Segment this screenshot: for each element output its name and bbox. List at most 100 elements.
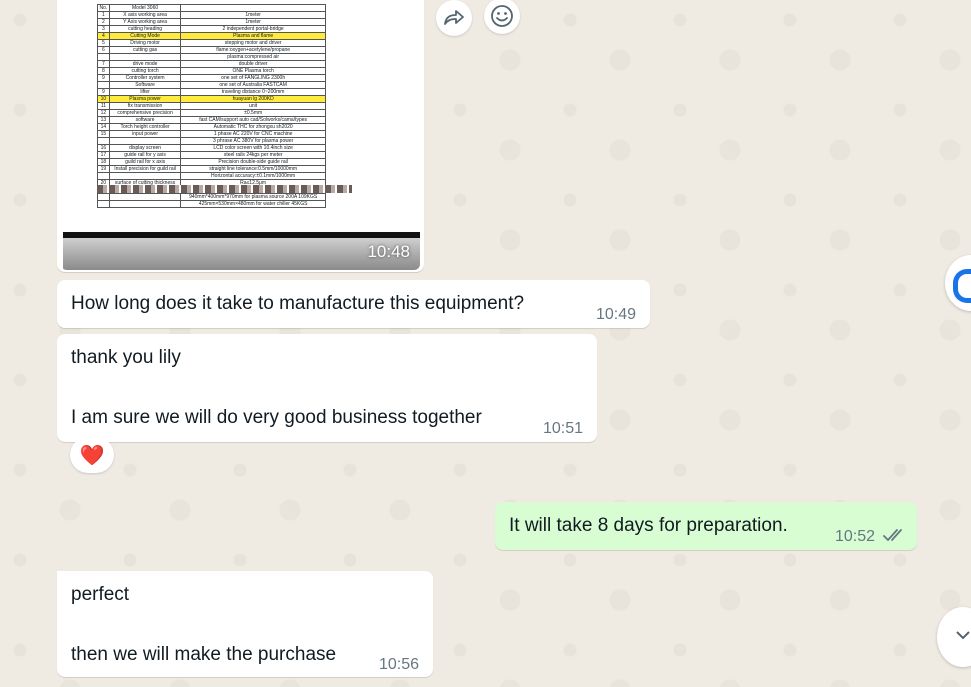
heart-reaction: ❤️ [79,444,105,467]
spec-row: Horizontal accuracy:±0.1mm/1000mm [97,172,326,180]
image-message[interactable]: No. Model 3060 1 X axis working area 1meter 2… [57,0,424,272]
spec-cell: 7 [97,60,110,68]
message-bubble[interactable]: How long does it take to manufacture thi… [57,280,650,328]
spec-cell: Cutting Mode [108,32,182,40]
spec-cell: 425mm×530mm×480mm for water chiller 45KG… [180,200,326,208]
spec-cell: software [108,116,182,124]
spec-cell: Driving motor [108,39,182,47]
spec-cell: 4 [97,32,110,40]
spec-row: No. Model 3060 [97,4,326,12]
spec-row: 17 guide rail for y axis steel rails 24kgs… [97,151,326,159]
message-bubble[interactable]: thank you lily I am sure we will do very… [57,334,597,442]
spec-row: 16 display screen LCD color screen with 10… [97,144,326,152]
spec-cell: comprehensive precision [108,109,182,117]
spec-cell: flame:oxygen+acetylene/propane [180,46,326,54]
double-check-icon [883,529,902,542]
spec-cell: 9 [97,88,110,96]
scroll-down-button[interactable] [937,607,971,667]
spec-cell: 5 [97,39,110,47]
spec-cell: drive mode [108,60,182,68]
spec-cell: Automatic THC for zhongxu sh2020 [180,123,326,131]
spec-cell: cutting torch [108,67,182,75]
spec-cell: cutting gas [108,46,182,54]
spec-table: No. Model 3060 1 X axis working area 1meter 2… [97,4,326,208]
spec-row: 11 fix transmission unit [97,102,326,110]
spec-cell: 3 [97,25,110,33]
spec-cell: guild rail for x axis [108,158,182,166]
spec-row: 2Y Axis working area 1meter [97,18,326,26]
spec-row: 5 Driving motor stepping motor and driver [97,39,326,47]
spec-row: 940mm*400mm*970mm for plasma source 200A… [97,193,326,201]
spec-cell [97,53,110,61]
spec-cell: input power [108,130,182,138]
spec-row: 14 Torch height controller Automatic THC f… [97,123,326,131]
spec-cell: ONE Plasma torch [180,67,326,75]
spec-cell [180,4,326,12]
spec-row: 4 Cutting Mode Plasma and flame [97,32,326,40]
spec-cell: X axis working area [108,11,182,19]
side-action-button[interactable] [945,255,971,311]
spec-cell [97,200,110,208]
message-time: 10:52 [835,528,876,545]
reaction-badge[interactable]: ❤️ [70,437,114,473]
message-text: perfect [71,584,130,605]
spec-cell [108,193,182,201]
spec-cell: stepping motor and driver [180,39,326,47]
spec-row: 18 guild rail for x axis Precision double-… [97,158,326,166]
message-time: 10:56 [379,656,420,673]
spec-cell: Precision double-side guide rail [180,158,326,166]
message-text: How long does it take to manufacture thi… [71,293,525,314]
spec-row: 10 Plasma power huayuan lg 200KD [97,95,326,103]
spec-cell: 1 [97,11,110,19]
spec-row: 9 Controller system one set of FANGLING 23… [97,74,326,82]
spec-cell: lifter [108,88,182,96]
spec-cell: Horizontal accuracy:±0.1mm/1000mm [180,172,326,180]
spec-cell: 11 [97,102,110,110]
spec-cell: Model 3060 [108,4,182,12]
spec-cell: Install precision for guild rail [108,165,182,173]
spec-cell: 1meter [180,18,326,26]
spec-cell: Software [108,81,182,89]
spec-cell: LCD color screen with 10.4inch size [180,144,326,152]
spec-cell: Plasma and flame [180,32,326,40]
chevron-down-icon [956,631,970,640]
sheet-photo-strip [97,185,352,193]
spec-cell [108,200,182,208]
spec-cell [108,53,182,61]
spec-row: 7 drive mode double driver [97,60,326,68]
spec-cell: guide rail for y axis [108,151,182,159]
spec-cell: 1 phase AC 220V for CNC machine [180,130,326,138]
spec-row: 3 phrase AC 380V for plasma power [97,137,326,145]
message-text: then we will make the purchase [71,644,337,665]
spec-cell: steel rails 24kgs per meter [180,151,326,159]
spec-cell [97,81,110,89]
spec-row: 12 comprehensive precision ±0.5mm [97,109,326,117]
spec-cell: 940mm*400mm*970mm for plasma source 200A… [180,193,326,201]
spec-row: 9 lifter traveling distance 0~200mm [97,88,326,96]
spec-cell: 3 phrase AC 380V for plasma power [180,137,326,145]
spec-cell: Controller system [108,74,182,82]
spec-cell: 15 [97,130,110,138]
react-button[interactable] [484,0,520,34]
spec-cell: 2 independent portal-bridge [180,25,326,33]
spec-cell: fast CAM/support auto cad/Solworks/cama/… [180,116,326,124]
spec-row: 1X axis working area 1meter [97,11,326,19]
spec-cell: 2 [97,18,110,26]
spec-row: Software one set of Australia FASTCAM [97,81,326,89]
forward-icon [444,10,464,25]
spec-row: 6 cutting gas flame:oxygen+acetylene/propa… [97,46,326,54]
message-time: 10:48 [367,241,410,261]
spec-cell: one set of FANGLING 2300h [180,74,326,82]
spec-cell: 1meter [180,11,326,19]
forward-button[interactable] [436,0,472,36]
spec-cell: traveling distance 0~200mm [180,88,326,96]
message-time: 10:51 [543,420,584,437]
spec-cell: No. [97,4,110,12]
spec-cell: 8 [97,67,110,75]
spec-cell: 16 [97,144,110,152]
spec-cell: display screen [108,144,182,152]
image-preview[interactable]: No. Model 3060 1 X axis working area 1meter 2… [61,4,420,270]
message-bubble-outgoing[interactable]: It will take 8 days for preparation. 10:… [495,502,917,550]
message-bubble[interactable]: perfect then we will make the purchase 1… [57,571,433,677]
spec-row: 15 input power 1 phase AC 220V for CNC mac… [97,130,326,138]
